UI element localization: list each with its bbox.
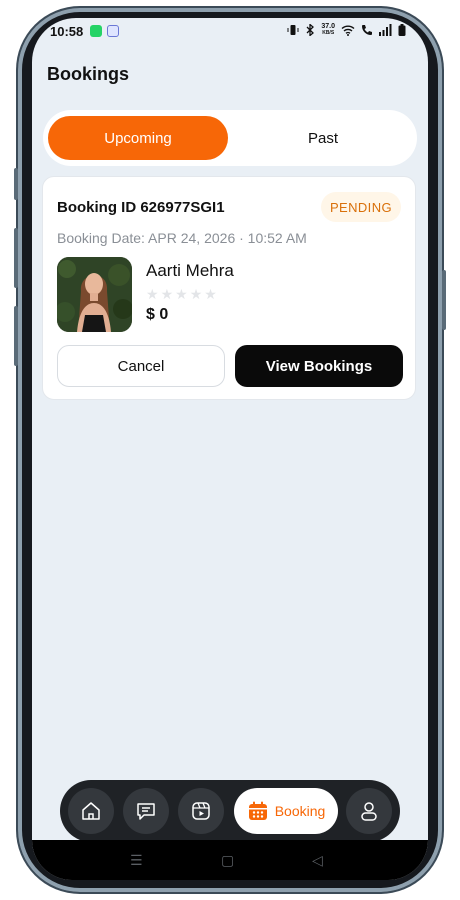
- nav-chat[interactable]: [123, 788, 169, 834]
- recents-icon[interactable]: ☰: [130, 852, 143, 869]
- bottom-nav: Booking: [60, 780, 400, 842]
- notification-icons: [90, 25, 119, 37]
- nav-reels[interactable]: [178, 788, 224, 834]
- calendar-icon: [248, 801, 267, 820]
- power-button: [442, 270, 446, 330]
- star-icon: ★: [189, 286, 203, 302]
- network-speed-unit: KB/S: [322, 30, 335, 36]
- bluetooth-icon: [306, 24, 315, 36]
- booking-tabs: Upcoming Past: [43, 110, 417, 166]
- signal-icon: [379, 24, 392, 36]
- app-notification-icon: [107, 25, 119, 37]
- view-bookings-button[interactable]: View Bookings: [235, 345, 403, 387]
- booking-price: $ 0: [146, 306, 169, 323]
- star-icon: ★: [160, 286, 174, 302]
- app-screen: 10:58 37.0 KB/S Bookings Upcoming Past B…: [32, 18, 428, 880]
- booking-card: Booking ID 626977SGI1 PENDING Booking Da…: [42, 176, 416, 400]
- booking-id: Booking ID 626977SGI1: [57, 199, 225, 216]
- tab-upcoming[interactable]: Upcoming: [48, 116, 228, 160]
- network-speed-value: 37.0: [321, 23, 335, 30]
- call-icon: [362, 25, 372, 35]
- reels-icon: [192, 802, 210, 820]
- nav-booking[interactable]: Booking: [234, 788, 338, 834]
- home-key-icon[interactable]: ▢: [221, 852, 234, 869]
- status-time: 10:58: [50, 24, 84, 39]
- status-icons: 37.0 KB/S: [287, 23, 406, 37]
- network-speed: 37.0 KB/S: [321, 23, 335, 37]
- volume-up-button: [14, 168, 18, 200]
- page-title: Bookings: [47, 64, 130, 84]
- nav-profile[interactable]: [346, 788, 392, 834]
- avatar-photo: [57, 257, 132, 332]
- nav-home[interactable]: [68, 788, 114, 834]
- status-bar: 10:58 37.0 KB/S: [32, 18, 428, 44]
- chat-icon: [137, 803, 155, 820]
- home-icon: [82, 802, 100, 820]
- star-icon: ★: [146, 286, 159, 302]
- volume-down-button: [14, 228, 18, 288]
- profile-icon: [361, 802, 377, 821]
- system-nav-bar: ☰ ▢ ◁: [32, 840, 428, 880]
- rating-stars: ★ ★ ★ ★ ★: [146, 287, 217, 301]
- vibrate-icon: [287, 25, 299, 35]
- wifi-icon: [341, 25, 355, 36]
- star-icon: ★: [204, 286, 217, 302]
- back-icon[interactable]: ◁: [312, 852, 323, 869]
- avatar: [57, 257, 132, 332]
- star-icon: ★: [175, 286, 188, 302]
- tab-past[interactable]: Past: [243, 116, 403, 160]
- user-name: Aarti Mehra: [146, 261, 234, 280]
- whatsapp-icon: [90, 25, 102, 37]
- booking-date: Booking Date: APR 24, 2026 · 10:52 AM: [57, 230, 307, 246]
- side-button: [14, 306, 18, 366]
- nav-booking-label: Booking: [274, 803, 326, 819]
- cancel-button[interactable]: Cancel: [57, 345, 225, 387]
- status-badge: PENDING: [320, 192, 401, 222]
- battery-icon: [398, 24, 406, 36]
